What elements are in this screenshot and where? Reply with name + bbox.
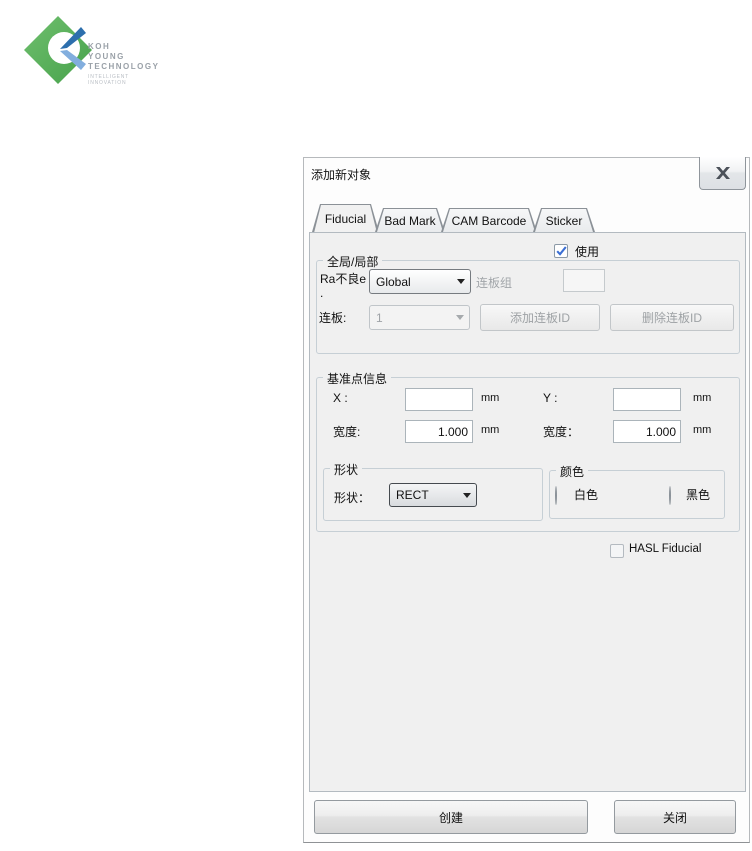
- width2-label: 宽度：: [543, 425, 580, 439]
- color-black-label: 黑色: [686, 488, 711, 502]
- color-black-radio[interactable]: [669, 486, 671, 505]
- dialog-title: 添加新对象: [311, 168, 372, 182]
- koh-young-logo: KOH YOUNG TECHNOLOGY INTELLIGENT INNOVAT…: [22, 10, 222, 105]
- shape-label: 形状：: [334, 491, 371, 505]
- check-icon: [555, 246, 567, 256]
- close-button[interactable]: 关闭: [614, 800, 736, 834]
- panel-label: 连板:: [319, 311, 347, 325]
- add-new-object-dialog: 添加新对象 Fiducial Bad Mark CAM Barcode Stic…: [303, 157, 750, 843]
- fiducial-info-group: 基准点信息 X : mm Y : mm 宽度: mm 宽度： mm 形状 形状：…: [316, 370, 740, 532]
- close-icon: [715, 167, 730, 179]
- shape-group: 形状 形状： RECT: [323, 461, 543, 521]
- color-white-radio[interactable]: [555, 486, 557, 505]
- x-label: X :: [333, 391, 348, 405]
- y-unit-label: mm: [693, 392, 712, 404]
- tab-cam-barcode-label: CAM Barcode: [451, 214, 527, 228]
- panel-group-label: 连板组: [476, 276, 513, 290]
- delete-panel-id-label: 删除连板ID: [641, 311, 702, 325]
- hasl-fiducial-checkbox[interactable]: [610, 544, 624, 558]
- add-panel-id-label: 添加连板ID: [509, 311, 570, 325]
- width2-unit-label: mm: [693, 424, 712, 436]
- y-label: Y :: [543, 391, 558, 405]
- tab-bad-mark[interactable]: Bad Mark: [375, 208, 445, 232]
- width2-field[interactable]: [613, 420, 681, 443]
- dialog-close-button[interactable]: [699, 157, 746, 190]
- color-group-legend: 颜色: [556, 463, 589, 480]
- close-button-label: 关闭: [662, 810, 687, 825]
- tab-fiducial-label: Fiducial: [324, 212, 367, 226]
- width1-label: 宽度:: [333, 425, 361, 439]
- panel-group-field: [563, 269, 605, 292]
- panel-id-dropdown-value: 1: [376, 310, 383, 325]
- dropdown-arrow-icon: [452, 279, 470, 284]
- width1-unit-label: mm: [481, 424, 500, 436]
- global-local-dropdown[interactable]: Global: [369, 269, 471, 294]
- fiducial-tab-panel: 使用 全局/局部 Ra不良e . Global 连板组 连板: 1 添加连板ID: [309, 232, 746, 792]
- width1-field[interactable]: [405, 420, 473, 443]
- global-local-group-legend: 全局/局部: [323, 253, 383, 270]
- use-checkbox-label: 使用: [575, 245, 600, 259]
- tab-sticker-label: Sticker: [545, 214, 583, 228]
- color-white-label: 白色: [574, 488, 599, 502]
- tab-fiducial[interactable]: Fiducial: [312, 204, 379, 232]
- logo-brand-text: KOH YOUNG TECHNOLOGY: [88, 42, 160, 71]
- hasl-fiducial-label: HASL Fiducial: [629, 543, 702, 555]
- fiducial-info-group-legend: 基准点信息: [323, 370, 392, 387]
- shape-dropdown[interactable]: RECT: [389, 483, 477, 507]
- panel-id-dropdown: 1: [369, 305, 470, 330]
- use-checkbox[interactable]: [554, 244, 568, 258]
- delete-panel-id-button: 删除连板ID: [610, 304, 734, 331]
- create-button[interactable]: 创建: [314, 800, 588, 834]
- global-local-dropdown-value: Global: [376, 274, 411, 289]
- x-unit-label: mm: [481, 392, 500, 404]
- shape-dropdown-value: RECT: [396, 488, 429, 502]
- x-field[interactable]: [405, 388, 473, 411]
- koh-young-logo-mark: [24, 16, 92, 84]
- create-button-label: 创建: [438, 810, 463, 825]
- logo-tagline-text: INTELLIGENT INNOVATION: [88, 74, 130, 86]
- add-panel-id-button: 添加连板ID: [480, 304, 600, 331]
- ra-defect-label: Ra不良e .: [320, 272, 367, 300]
- tab-bad-mark-label: Bad Mark: [384, 214, 436, 228]
- shape-group-legend: 形状: [330, 461, 363, 478]
- color-group: 颜色 白色 黑色: [549, 463, 725, 519]
- dropdown-arrow-icon: [451, 315, 469, 320]
- dropdown-arrow-icon: [458, 492, 476, 498]
- global-local-group: 全局/局部 Ra不良e . Global 连板组 连板: 1 添加连板ID 删除…: [316, 253, 740, 354]
- tab-cam-barcode[interactable]: CAM Barcode: [441, 208, 537, 232]
- tab-sticker[interactable]: Sticker: [533, 208, 595, 232]
- y-field[interactable]: [613, 388, 681, 411]
